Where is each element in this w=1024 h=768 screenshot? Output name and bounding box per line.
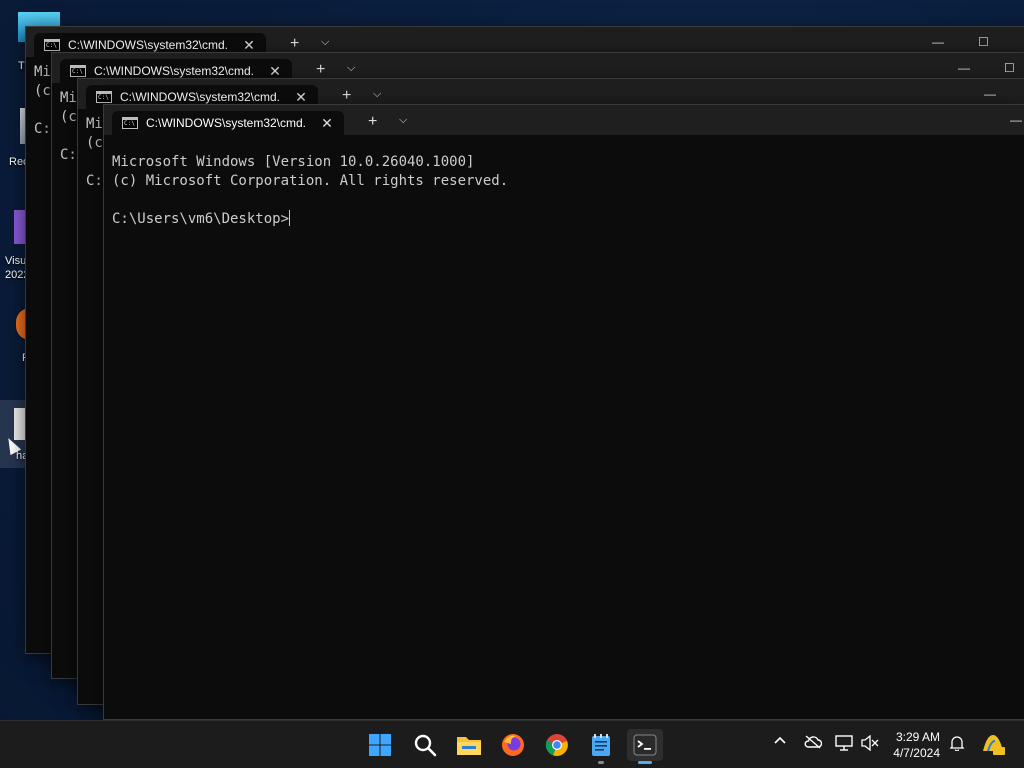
new-tab-button[interactable]: +: [342, 87, 351, 105]
firefox-button[interactable]: [497, 729, 529, 761]
cmd-icon: [96, 91, 112, 103]
maximize-button[interactable]: ☐: [978, 35, 989, 49]
tab-dropdown-button[interactable]: ⌵: [347, 62, 355, 75]
cmd-icon: [122, 117, 138, 129]
minimize-button[interactable]: —: [958, 61, 970, 75]
windows-start-icon: [369, 734, 391, 756]
start-button[interactable]: [364, 729, 396, 761]
search-icon: [414, 734, 437, 757]
cmd-icon: [70, 65, 86, 77]
tab-title: C:\WINDOWS\system32\cmd.: [94, 64, 255, 78]
tab-title: C:\WINDOWS\system32\cmd.: [146, 116, 307, 130]
terminal-button[interactable]: [627, 729, 663, 764]
onedrive-button[interactable]: [804, 735, 823, 752]
file-explorer-button[interactable]: [453, 729, 485, 761]
network-button[interactable]: [835, 735, 853, 754]
chevron-up-icon: [774, 736, 786, 744]
active-indicator: [638, 761, 652, 764]
folder-icon: [457, 737, 481, 755]
terminal-output[interactable]: Microsoft Windows [Version 10.0.26040.10…: [112, 153, 1024, 711]
tab-dropdown-button[interactable]: ⌵: [373, 88, 381, 101]
desktop-icon-label: Visu: [5, 255, 27, 267]
running-indicator: [598, 761, 604, 764]
notifications-button[interactable]: [949, 735, 965, 754]
notepad-icon: [592, 734, 610, 756]
prompt-text: C:\Users\vm6\Desktop>: [112, 211, 290, 227]
cmd-icon: [44, 39, 60, 51]
taskbar: 3:29 AM 4/7/2024: [0, 720, 1024, 768]
bell-icon: [949, 736, 965, 752]
output-line: (c) Microsoft Corporation. All rights re…: [112, 173, 509, 189]
tab-close-button[interactable]: ✕: [242, 37, 256, 54]
minimize-button[interactable]: —: [984, 87, 996, 101]
copilot-button[interactable]: [980, 731, 1006, 760]
maximize-button[interactable]: ☐: [1004, 61, 1015, 75]
new-tab-button[interactable]: +: [290, 35, 299, 53]
tab-title: C:\WINDOWS\system32\cmd.: [120, 90, 281, 104]
tab-title: C:\WINDOWS\system32\cmd.: [68, 38, 229, 52]
title-bar[interactable]: C:\WINDOWS\system32\cmd. ✕ + ⌵ —: [104, 105, 1024, 135]
chrome-button[interactable]: [541, 729, 573, 761]
output-line: Microsoft Windows [Version 10.0.26040.10…: [112, 154, 475, 170]
search-button[interactable]: [409, 729, 441, 761]
volume-button[interactable]: [861, 734, 879, 754]
desktop-icon-label: T: [18, 60, 25, 72]
terminal-icon: [633, 734, 657, 756]
tab-dropdown-button[interactable]: ⌵: [399, 114, 407, 127]
network-icon: [835, 735, 853, 751]
prompt-line[interactable]: C:\Users\vm6\Desktop>: [112, 210, 1024, 229]
tray-overflow-button[interactable]: [774, 733, 786, 749]
minimize-button[interactable]: —: [932, 35, 944, 49]
clock-date: 4/7/2024: [893, 746, 940, 760]
new-tab-button[interactable]: +: [368, 113, 377, 131]
notepad-button[interactable]: [585, 729, 617, 764]
text-caret: [289, 210, 291, 226]
copilot-icon: [983, 735, 1005, 755]
minimize-button[interactable]: —: [1010, 113, 1022, 127]
clock-time: 3:29 AM: [895, 730, 940, 744]
tab-cmd[interactable]: C:\WINDOWS\system32\cmd. ✕: [112, 111, 344, 135]
tab-close-button[interactable]: ✕: [320, 115, 334, 132]
taskbar-clock[interactable]: 3:29 AM 4/7/2024: [893, 729, 940, 761]
terminal-window-active[interactable]: C:\WINDOWS\system32\cmd. ✕ + ⌵ — Microso…: [103, 104, 1024, 720]
output-line: ​: [112, 191, 1024, 210]
volume-muted-icon: [861, 734, 879, 752]
new-tab-button[interactable]: +: [316, 61, 325, 79]
firefox-icon: [502, 734, 524, 756]
tab-close-button[interactable]: ✕: [268, 63, 282, 80]
tab-close-button[interactable]: ✕: [294, 89, 308, 106]
chrome-icon: [545, 734, 568, 756]
tab-dropdown-button[interactable]: ⌵: [321, 36, 329, 49]
cloud-offline-icon: [804, 735, 823, 749]
